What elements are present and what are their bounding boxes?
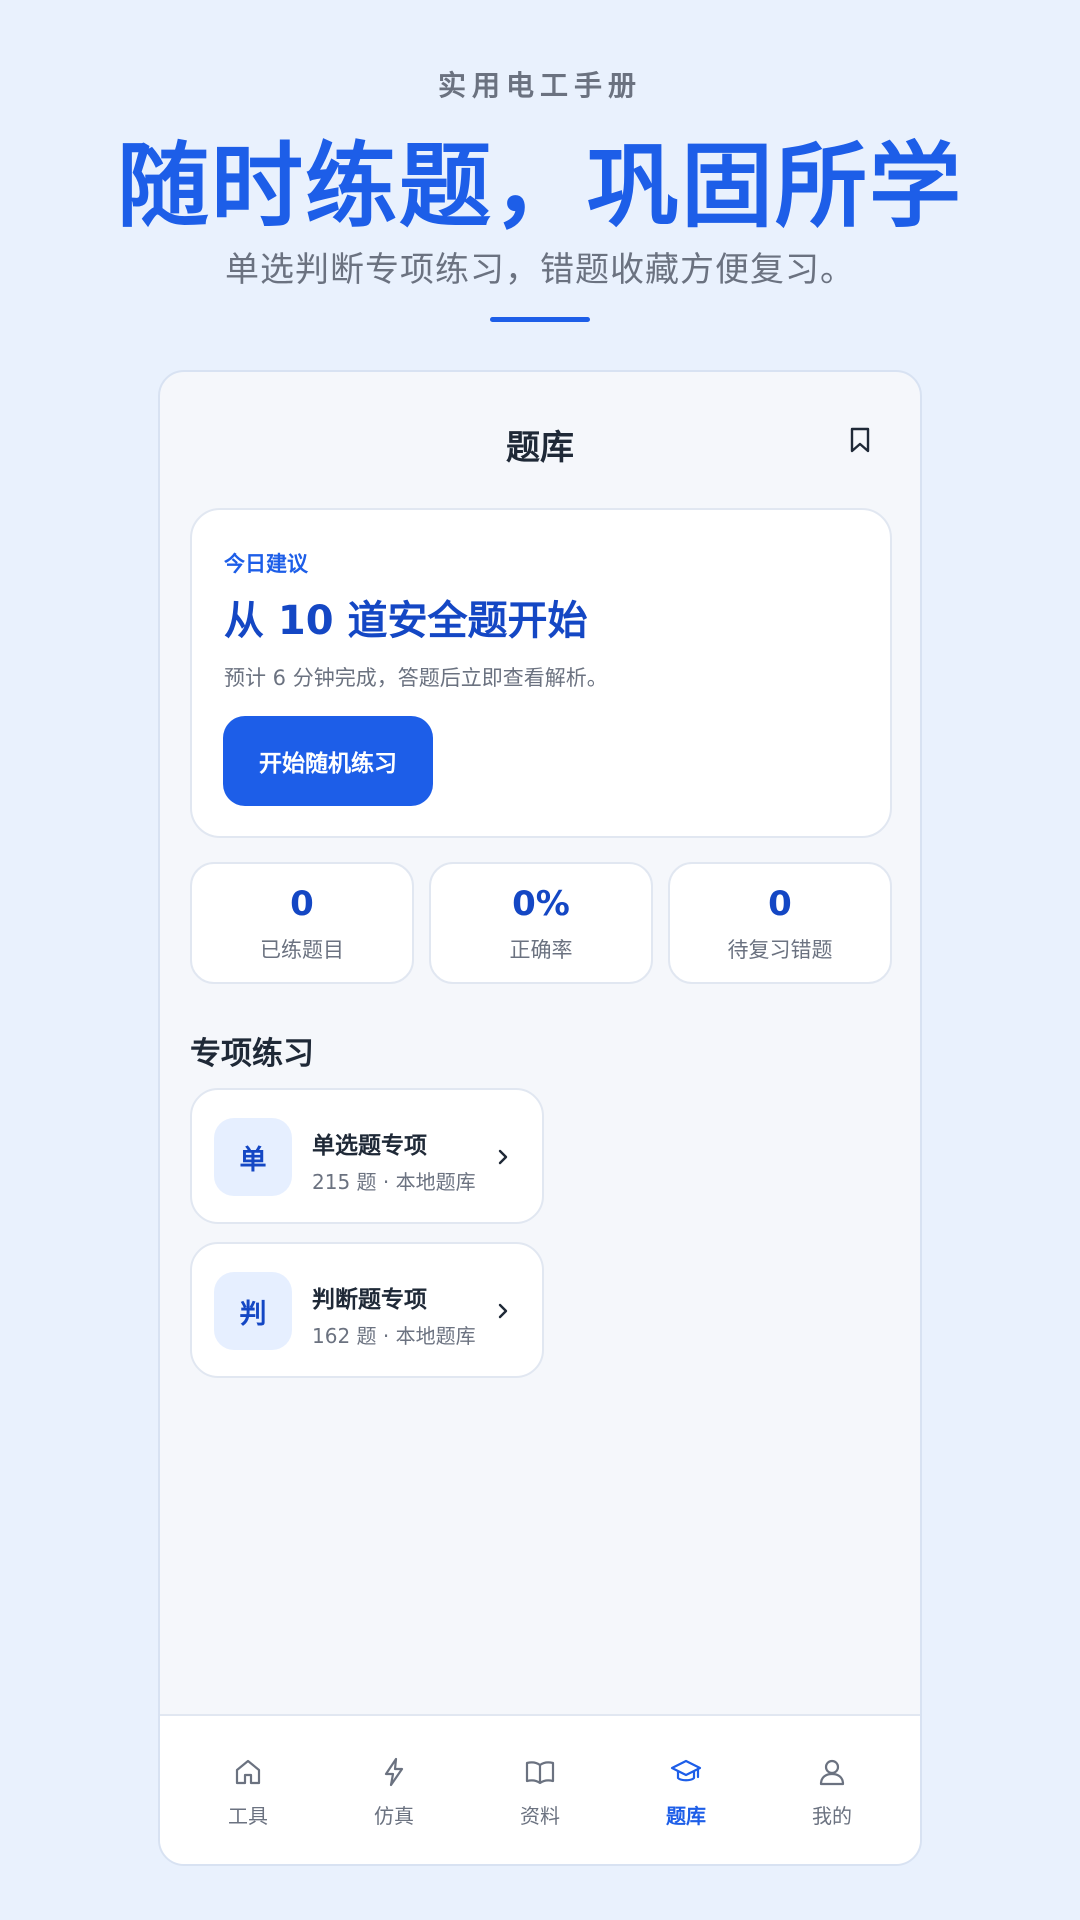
- section-title: 专项练习: [190, 1036, 314, 1072]
- nav-label: 资料: [520, 1804, 560, 1828]
- start-random-practice-button[interactable]: 开始随机练习: [223, 716, 433, 806]
- user-icon: [819, 1759, 845, 1786]
- promo-divider: [490, 317, 590, 322]
- practice-meta: 162 题 · 本地题库: [312, 1324, 476, 1348]
- suggestion-title: 从 10 道安全题开始: [224, 598, 588, 644]
- practice-true-false[interactable]: 判 判断题专项 162 题 · 本地题库: [190, 1242, 544, 1378]
- stat-value: 0%: [512, 884, 570, 924]
- suggestion-description: 预计 6 分钟完成，答题后立即查看解析。: [224, 666, 608, 690]
- practice-meta: 215 题 · 本地题库: [312, 1170, 476, 1194]
- stat-practiced: 0 已练题目: [190, 862, 414, 984]
- stat-value: 0: [768, 884, 792, 924]
- stat-label: 待复习错题: [727, 938, 833, 962]
- promo-subhead: 单选判断专项练习，错题收藏方便复习。: [225, 250, 855, 290]
- stat-label: 已练题目: [260, 938, 344, 962]
- nav-label: 仿真: [374, 1804, 414, 1828]
- nav-item-simulation[interactable]: 仿真: [334, 1756, 454, 1836]
- practice-badge: 单: [214, 1118, 292, 1196]
- nav-label: 工具: [228, 1804, 268, 1828]
- nav-item-question-bank[interactable]: 题库: [626, 1756, 746, 1836]
- app-name: 实用电工手册: [437, 69, 642, 102]
- nav-item-profile[interactable]: 我的: [772, 1756, 892, 1836]
- home-icon: [235, 1759, 261, 1785]
- suggestion-card: 今日建议 从 10 道安全题开始 预计 6 分钟完成，答题后立即查看解析。 开始…: [190, 508, 892, 838]
- bottom-nav: 工具 仿真 资料 题库 我的: [160, 1714, 920, 1864]
- practice-single-choice[interactable]: 单 单选题专项 215 题 · 本地题库: [190, 1088, 544, 1224]
- promo-headline: 随时练题，巩固所学: [116, 133, 963, 240]
- nav-label: 题库: [666, 1804, 706, 1828]
- bookmark-icon: [850, 427, 870, 453]
- nav-item-resources[interactable]: 资料: [480, 1756, 600, 1836]
- chevron-right-icon: [498, 1303, 508, 1319]
- book-icon: [525, 1761, 555, 1785]
- stat-value: 0: [290, 884, 314, 924]
- top-bar: 题库: [160, 372, 920, 512]
- stat-label: 正确率: [509, 938, 573, 962]
- bookmark-button[interactable]: [844, 424, 876, 456]
- practice-badge: 判: [214, 1272, 292, 1350]
- stat-review-mistakes: 0 待复习错题: [668, 862, 892, 984]
- phone-screen: 题库 今日建议 从 10 道安全题开始 预计 6 分钟完成，答题后立即查看解析。…: [158, 370, 922, 1866]
- practice-name: 判断题专项: [312, 1287, 427, 1313]
- lightning-icon: [384, 1757, 404, 1787]
- suggestion-tag: 今日建议: [224, 552, 308, 576]
- chevron-right-icon: [498, 1149, 508, 1165]
- page-title: 题库: [506, 428, 574, 468]
- stat-accuracy: 0% 正确率: [429, 862, 653, 984]
- nav-item-tools[interactable]: 工具: [188, 1756, 308, 1836]
- practice-name: 单选题专项: [312, 1133, 427, 1159]
- graduation-cap-icon: [670, 1759, 702, 1782]
- nav-label: 我的: [812, 1804, 852, 1828]
